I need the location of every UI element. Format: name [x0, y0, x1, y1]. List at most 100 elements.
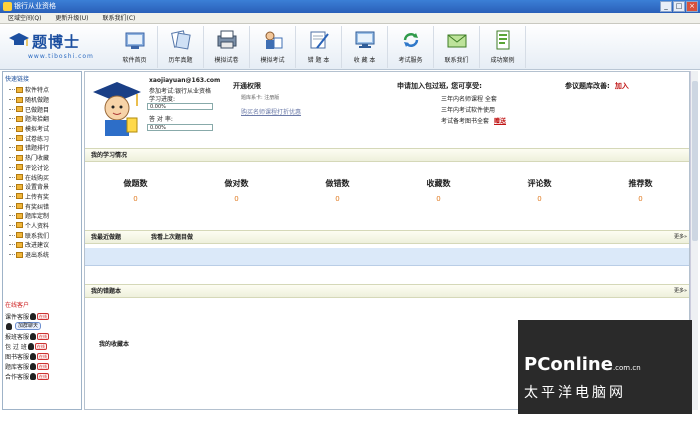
menu-item-contact[interactable]: 联系我们(C): [102, 13, 135, 23]
stat-item: 评论数 0: [527, 179, 552, 203]
service-row[interactable]: 包 过 班在线: [5, 341, 81, 351]
close-button[interactable]: ×: [686, 1, 698, 12]
more-link[interactable]: 更多»: [674, 231, 687, 244]
menu-item-region[interactable]: 区域空间(Q): [8, 13, 41, 23]
toolbar-contact[interactable]: 联系我们: [434, 26, 480, 68]
toolbar-favorites[interactable]: 收 藏 本: [342, 26, 388, 68]
discount-link[interactable]: 购买名师课程打折优惠: [241, 107, 301, 116]
book-icon: [16, 86, 23, 93]
toolbar-items: 软件首页 历年真题 模拟试卷 模拟考试 错 题 本 收 藏 本 考试服务 联系我…: [112, 26, 526, 68]
stats-row: 做题数 0 做对数 0 做错数 0 收藏数 0 评论数 0 推荐数 0: [85, 168, 689, 212]
book-icon: [16, 203, 23, 210]
logo-brand: 题博士: [32, 33, 81, 51]
main-toolbar: 题博士 www.tiboshi.com 软件首页 历年真题 模拟试卷 模拟考试 …: [0, 24, 700, 70]
sidebar-item[interactable]: 热门收藏: [9, 153, 81, 163]
sidebar-item[interactable]: 个人资料: [9, 221, 81, 231]
mock-exam-icon: [265, 31, 282, 49]
toolbar-mock-exam[interactable]: 模拟考试: [250, 26, 296, 68]
permission-title: 开通权限: [233, 82, 261, 90]
stat-item: 推荐数 0: [628, 179, 653, 203]
mock-paper-icon: [217, 30, 236, 49]
sidebar-header: 快速链接: [5, 76, 30, 83]
sidebar-item[interactable]: 试卷练习: [9, 133, 81, 143]
accuracy-bar: 0.00%: [147, 124, 213, 131]
window-controls: _ □ ×: [660, 1, 698, 12]
menu-item-update[interactable]: 更新升级(U): [55, 13, 88, 23]
service-row[interactable]: 加群聊天: [5, 321, 81, 331]
sidebar-item[interactable]: 题海拾翻: [9, 114, 81, 124]
qq-icon: [30, 352, 37, 360]
favorites-icon: [355, 31, 374, 48]
sidebar-item[interactable]: 随机做题: [9, 95, 81, 105]
section-wrong-book: 我的错题本 更多»: [85, 284, 689, 298]
sidebar-item[interactable]: 联系我们: [9, 230, 81, 240]
sidebar-item[interactable]: 上传有奖: [9, 192, 81, 202]
exam-papers-icon: [170, 30, 191, 50]
sidebar-item[interactable]: 设置背景: [9, 182, 81, 192]
sidebar-item[interactable]: 错题排行: [9, 143, 81, 153]
gift-link[interactable]: 赠送: [494, 118, 506, 125]
logo: 题博士 www.tiboshi.com: [6, 28, 106, 66]
home-icon: [125, 32, 144, 49]
book-icon: [16, 174, 23, 181]
qq-icon: [6, 322, 12, 330]
sidebar-item[interactable]: 评论讨论: [9, 163, 81, 173]
book-icon: [16, 154, 23, 161]
book-icon: [16, 115, 23, 122]
scrollbar-thumb[interactable]: [692, 81, 698, 241]
service-row[interactable]: 报班客服 在线: [5, 331, 81, 341]
section-recent: 我最近做题 我看上次题目做 更多»: [85, 230, 689, 244]
book-icon: [16, 232, 23, 239]
free-offer-item: 考试备考图书全套 赠送: [441, 118, 507, 125]
progress-label: 学习进度:: [149, 96, 176, 103]
book-icon: [16, 241, 23, 248]
sidebar-tree: 软件特点 随机做题 已做题目 题海拾翻 模拟考试 试卷练习 错题排行 热门收藏 …: [3, 85, 81, 259]
tiku-change: 参议题库改善: 加入: [565, 82, 629, 90]
sidebar-item[interactable]: 在线购买: [9, 172, 81, 182]
free-offer-list: 三年内名师课程 全套 三年内考试软件使用 考试备考图书全套 赠送: [441, 94, 506, 127]
service-row[interactable]: 课件客服 在线: [5, 311, 81, 321]
profile-panel: xaojiayuan@163.com 参加考试:银行从业资格 学习进度: 0.0…: [85, 72, 689, 146]
sidebar-item[interactable]: 模拟考试: [9, 124, 81, 134]
online-service: 在线客户 课件客服 在线 加群聊天 报班客服 在线 包 过 班在线 图书客服 在线 题…: [5, 300, 81, 381]
toolbar-success-case[interactable]: 成功案例: [480, 26, 526, 68]
toolbar-wrong-book[interactable]: 错 题 本: [296, 26, 342, 68]
stat-item: 做题数 0: [123, 179, 148, 203]
exam-service-icon: [403, 33, 418, 47]
service-row[interactable]: 图书客服 在线: [5, 351, 81, 361]
doctor-avatar-icon: [93, 82, 141, 136]
maximize-button[interactable]: □: [673, 1, 685, 12]
book-icon: [16, 164, 23, 171]
toolbar-past-exams[interactable]: 历年真题: [158, 26, 204, 68]
recent-list-row: [85, 248, 689, 266]
book-icon: [16, 212, 23, 219]
window-title: 银行从业资格: [14, 2, 56, 10]
minimize-button[interactable]: _: [660, 1, 672, 12]
toolbar-home[interactable]: 软件首页: [112, 26, 158, 68]
qq-icon: [30, 312, 37, 320]
watermark-cn: 太平洋电脑网: [524, 385, 626, 401]
toolbar-exam-service[interactable]: 考试服务: [388, 26, 434, 68]
more-link[interactable]: 更多»: [674, 285, 687, 298]
sidebar-item[interactable]: 改进建议: [9, 240, 81, 250]
free-offer-title: 申请加入包过班, 您可享受:: [397, 82, 482, 90]
tiku-edition: 题库系卡: 注册版: [241, 95, 280, 101]
join-group-button[interactable]: 加群聊天: [15, 322, 42, 330]
sidebar-item[interactable]: 退出系统: [9, 250, 81, 260]
toolbar-mock-paper[interactable]: 模拟试卷: [204, 26, 250, 68]
sidebar-item[interactable]: 已做题目: [9, 104, 81, 114]
service-row[interactable]: 合作客服 在线: [5, 371, 81, 381]
app-icon: [3, 2, 12, 11]
sidebar-item[interactable]: 题库定制: [9, 211, 81, 221]
sidebar: 快速链接 软件特点 随机做题 已做题目 题海拾翻 模拟考试 试卷练习 错题排行 …: [2, 71, 82, 410]
stat-item: 做错数 0: [325, 179, 350, 203]
section-my-learning: 我的学习情况: [85, 148, 689, 162]
service-row[interactable]: 题库客服 在线: [5, 361, 81, 371]
qq-icon: [27, 342, 34, 350]
book-icon: [16, 96, 23, 103]
sidebar-item[interactable]: 有奖纠错: [9, 201, 81, 211]
sidebar-item[interactable]: 软件特点: [9, 85, 81, 95]
accuracy-label: 答 对 率:: [149, 116, 173, 123]
join-link[interactable]: 加入: [615, 82, 629, 90]
last-view-label: 我看上次题目做: [151, 234, 194, 241]
